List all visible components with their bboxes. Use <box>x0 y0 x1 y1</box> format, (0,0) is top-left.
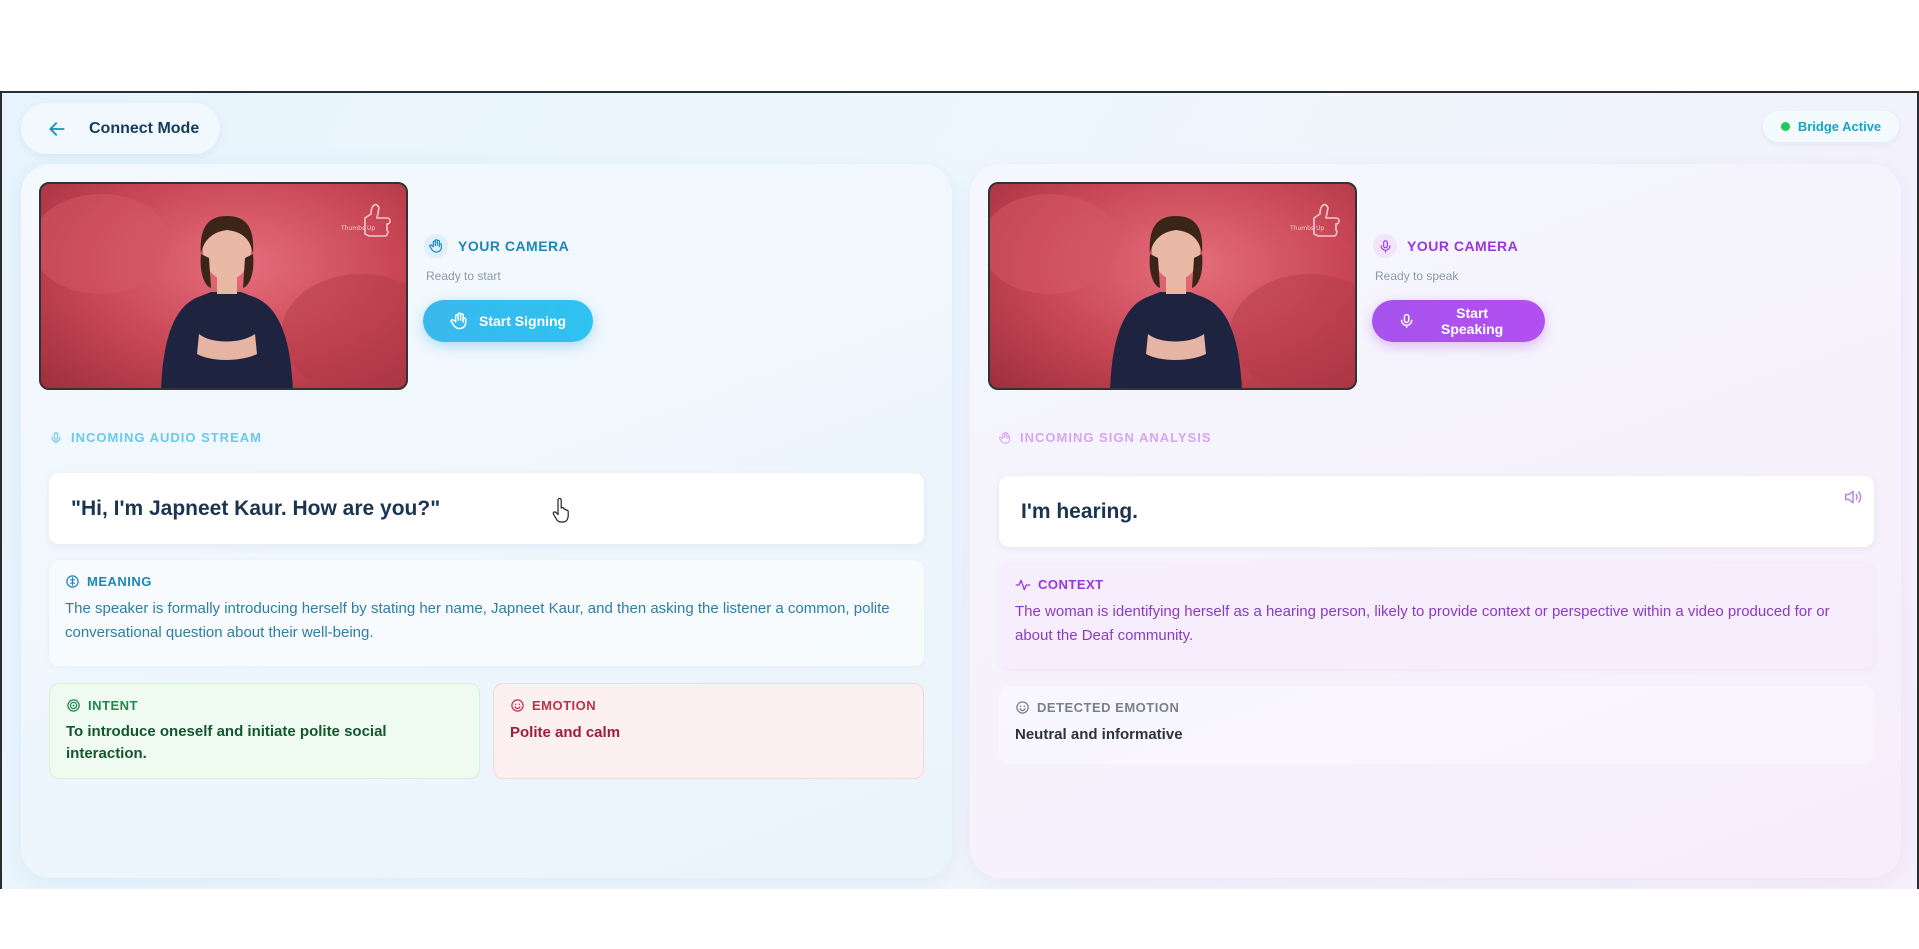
intent-text: To introduce oneself and initiate polite… <box>66 723 387 762</box>
hand-cursor-icon <box>552 498 569 523</box>
context-text: The woman is identifying herself as a he… <box>1015 603 1830 644</box>
start-signing-label: Start Signing <box>479 313 567 329</box>
transcript-quote: "Hi, I'm Japneet Kaur. How are you?" <box>49 473 924 544</box>
bridge-status-label: Bridge Active <box>1797 119 1882 134</box>
person-silhouette-icon: Thumbs Up <box>990 194 1355 388</box>
hand-icon <box>424 234 448 258</box>
arrow-left-icon <box>49 121 65 136</box>
meaning-text: The speaker is formally introducing hers… <box>65 600 890 641</box>
camera-label-right: YOUR CAMERA <box>1373 234 1518 258</box>
speech-panel: Thumbs Up YOUR CAMERA Ready to speak Sta… <box>970 164 1901 878</box>
detected-emotion-card: DETECTED EMOTION Neutral and informative <box>999 686 1874 764</box>
start-speaking-button[interactable]: Start Speaking <box>1372 300 1545 342</box>
app-window: Connect Mode Bridge Active Thumbs Up YOU… <box>0 91 1919 889</box>
bridge-status-badge: Bridge Active <box>1763 111 1899 142</box>
page-title: Connect Mode <box>89 119 200 137</box>
meaning-card: MEANING The speaker is formally introduc… <box>49 560 924 666</box>
back-button[interactable]: Connect Mode <box>21 103 220 154</box>
camera-feed-right: Thumbs Up <box>988 182 1357 390</box>
emotion-text: Polite and calm <box>510 724 621 741</box>
smile-icon <box>1016 701 1029 714</box>
smile-icon <box>511 699 524 712</box>
svg-text:Thumbs Up: Thumbs Up <box>1289 225 1324 232</box>
hand-icon <box>999 431 1011 444</box>
camera-feed-left: Thumbs Up <box>39 182 408 390</box>
activity-icon <box>1015 579 1031 590</box>
context-card: CONTEXT The woman is identifying herself… <box>999 563 1874 669</box>
status-dot-icon <box>1780 122 1790 131</box>
incoming-sign-label: INCOMING SIGN ANALYSIS <box>998 430 1212 445</box>
camera-status-left: Ready to start <box>426 269 501 283</box>
target-icon <box>67 699 80 712</box>
start-speaking-label: Start Speaking <box>1440 305 1504 337</box>
incoming-audio-label: INCOMING AUDIO STREAM <box>49 430 262 445</box>
sign-transcript: I'm hearing. <box>999 476 1874 547</box>
emotion-card: EMOTION Polite and calm <box>493 683 924 779</box>
microphone-icon <box>51 431 61 444</box>
microphone-icon <box>1400 313 1413 329</box>
camera-status-right: Ready to speak <box>1375 269 1459 283</box>
speaker-icon[interactable] <box>1843 488 1863 506</box>
camera-label-left: YOUR CAMERA <box>424 234 569 258</box>
sign-panel: Thumbs Up YOUR CAMERA Ready to start Sta… <box>21 164 952 878</box>
brain-icon <box>66 575 79 588</box>
microphone-icon <box>1373 234 1397 258</box>
detected-emotion-text: Neutral and informative <box>1015 726 1183 743</box>
person-silhouette-icon: Thumbs Up <box>41 194 406 388</box>
hand-icon <box>450 312 467 330</box>
intent-card: INTENT To introduce oneself and initiate… <box>49 683 480 779</box>
start-signing-button[interactable]: Start Signing <box>423 300 593 342</box>
svg-text:Thumbs Up: Thumbs Up <box>340 225 375 232</box>
